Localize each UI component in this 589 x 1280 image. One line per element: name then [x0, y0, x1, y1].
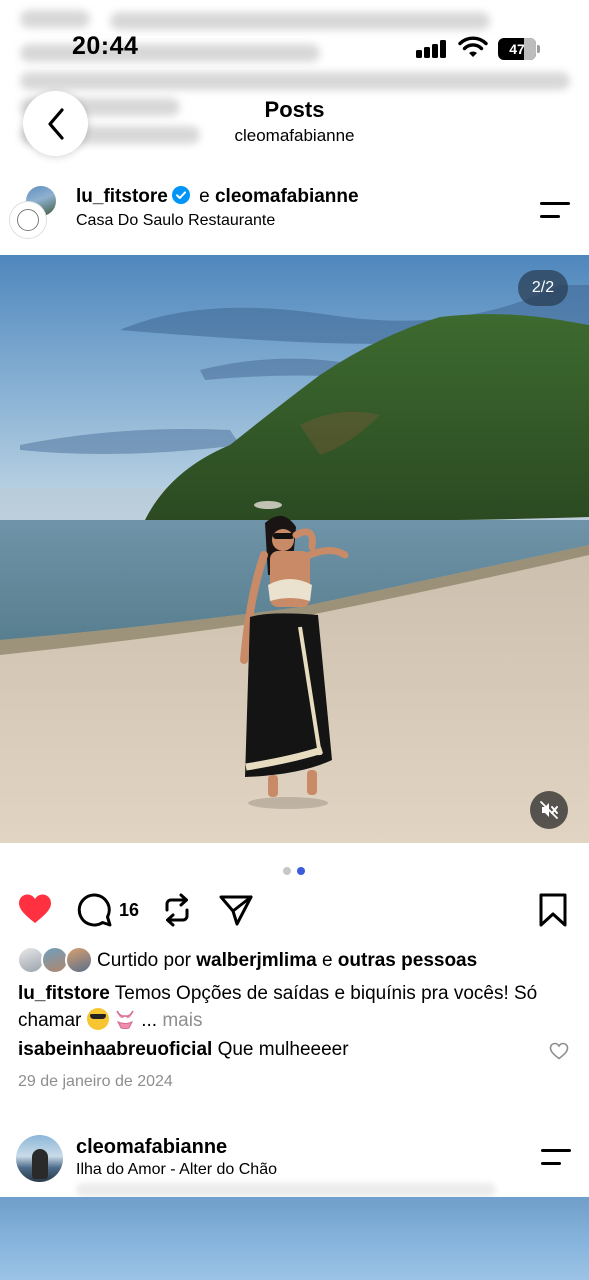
heart-icon[interactable] — [17, 892, 53, 928]
caption-ellipsis: ... — [141, 1010, 158, 1031]
avatar — [10, 202, 46, 238]
hamburger-menu-icon[interactable] — [541, 1149, 573, 1167]
bookmark-icon[interactable] — [538, 892, 568, 928]
wifi-icon — [458, 36, 488, 57]
caption-more-link[interactable]: mais — [162, 1010, 202, 1031]
top-comment[interactable]: isabeinhaabreuoficial Que mulheeeer — [18, 1039, 574, 1061]
post-authors: lu_fitstore e cleomafabianne — [76, 186, 359, 208]
action-bar: 16 — [0, 890, 589, 934]
speaker-muted-icon — [540, 801, 558, 819]
store-logo-icon — [17, 209, 39, 231]
next-post-photo[interactable] — [0, 1197, 589, 1280]
likes-joiner: e — [316, 950, 338, 971]
comment-heart-icon[interactable] — [549, 1042, 569, 1060]
post-date: 29 de janeiro de 2024 — [18, 1073, 173, 1090]
likes-summary[interactable]: Curtido por walberjmlima e outras pessoa… — [17, 946, 577, 976]
hamburger-menu-icon[interactable] — [540, 202, 572, 220]
comment-bubble-icon[interactable] — [77, 892, 113, 928]
page-indicator: 2/2 — [518, 270, 568, 306]
cellular-signal-icon — [416, 40, 448, 58]
comment-text: Que mulheeeer — [212, 1039, 349, 1060]
repost-icon[interactable] — [161, 892, 193, 928]
page-title: Posts — [264, 97, 325, 122]
caption-username[interactable]: lu_fitstore — [18, 983, 110, 1004]
next-post-location[interactable]: Ilha do Amor - Alter do Chão — [76, 1161, 277, 1179]
page-subtitle[interactable]: cleomafabianne — [0, 126, 589, 146]
paper-plane-icon[interactable] — [218, 892, 254, 928]
likes-text: Curtido por walberjmlima e outras pessoa… — [97, 950, 477, 972]
post-photo[interactable]: 2/2 — [0, 255, 589, 843]
battery-icon: 47 — [498, 38, 540, 60]
comment-count[interactable]: 16 — [119, 900, 139, 921]
mute-button[interactable] — [530, 791, 568, 829]
carousel-dots — [283, 867, 307, 875]
collab-avatars[interactable] — [10, 184, 60, 238]
next-post-audio-blurred — [76, 1183, 496, 1197]
avatar — [65, 946, 93, 974]
liker-username[interactable]: walberjmlima — [196, 950, 316, 971]
next-post-header: cleomafabianne Ilha do Amor - Alter do C… — [0, 1130, 589, 1197]
status-bar: 20:44 47 — [0, 24, 589, 72]
sunglasses-emoji-icon — [86, 1008, 109, 1030]
author-username[interactable]: lu_fitstore — [76, 186, 168, 207]
avatar[interactable] — [16, 1135, 63, 1182]
verified-badge-icon — [171, 186, 190, 204]
status-time: 20:44 — [72, 32, 139, 60]
liker-avatars — [17, 946, 95, 976]
comment-username[interactable]: isabeinhaabreuoficial — [18, 1039, 212, 1060]
post-header: lu_fitstore e cleomafabianne Casa Do Sau… — [0, 180, 589, 244]
battery-level: 47 — [509, 41, 525, 57]
author-joiner: e — [193, 186, 215, 207]
coauthor-username[interactable]: cleomafabianne — [215, 186, 359, 207]
likes-others[interactable]: outras pessoas — [338, 950, 477, 971]
carousel-dot-active — [297, 867, 305, 875]
carousel-dot — [283, 867, 291, 875]
bikini-emoji-icon — [116, 1010, 134, 1029]
post-location[interactable]: Casa Do Saulo Restaurante — [76, 212, 275, 230]
beach-photo — [0, 255, 589, 843]
next-post-username[interactable]: cleomafabianne — [76, 1136, 227, 1159]
likes-prefix: Curtido por — [97, 950, 197, 971]
post-caption: lu_fitstore Temos Opções de saídas e biq… — [18, 980, 574, 1034]
